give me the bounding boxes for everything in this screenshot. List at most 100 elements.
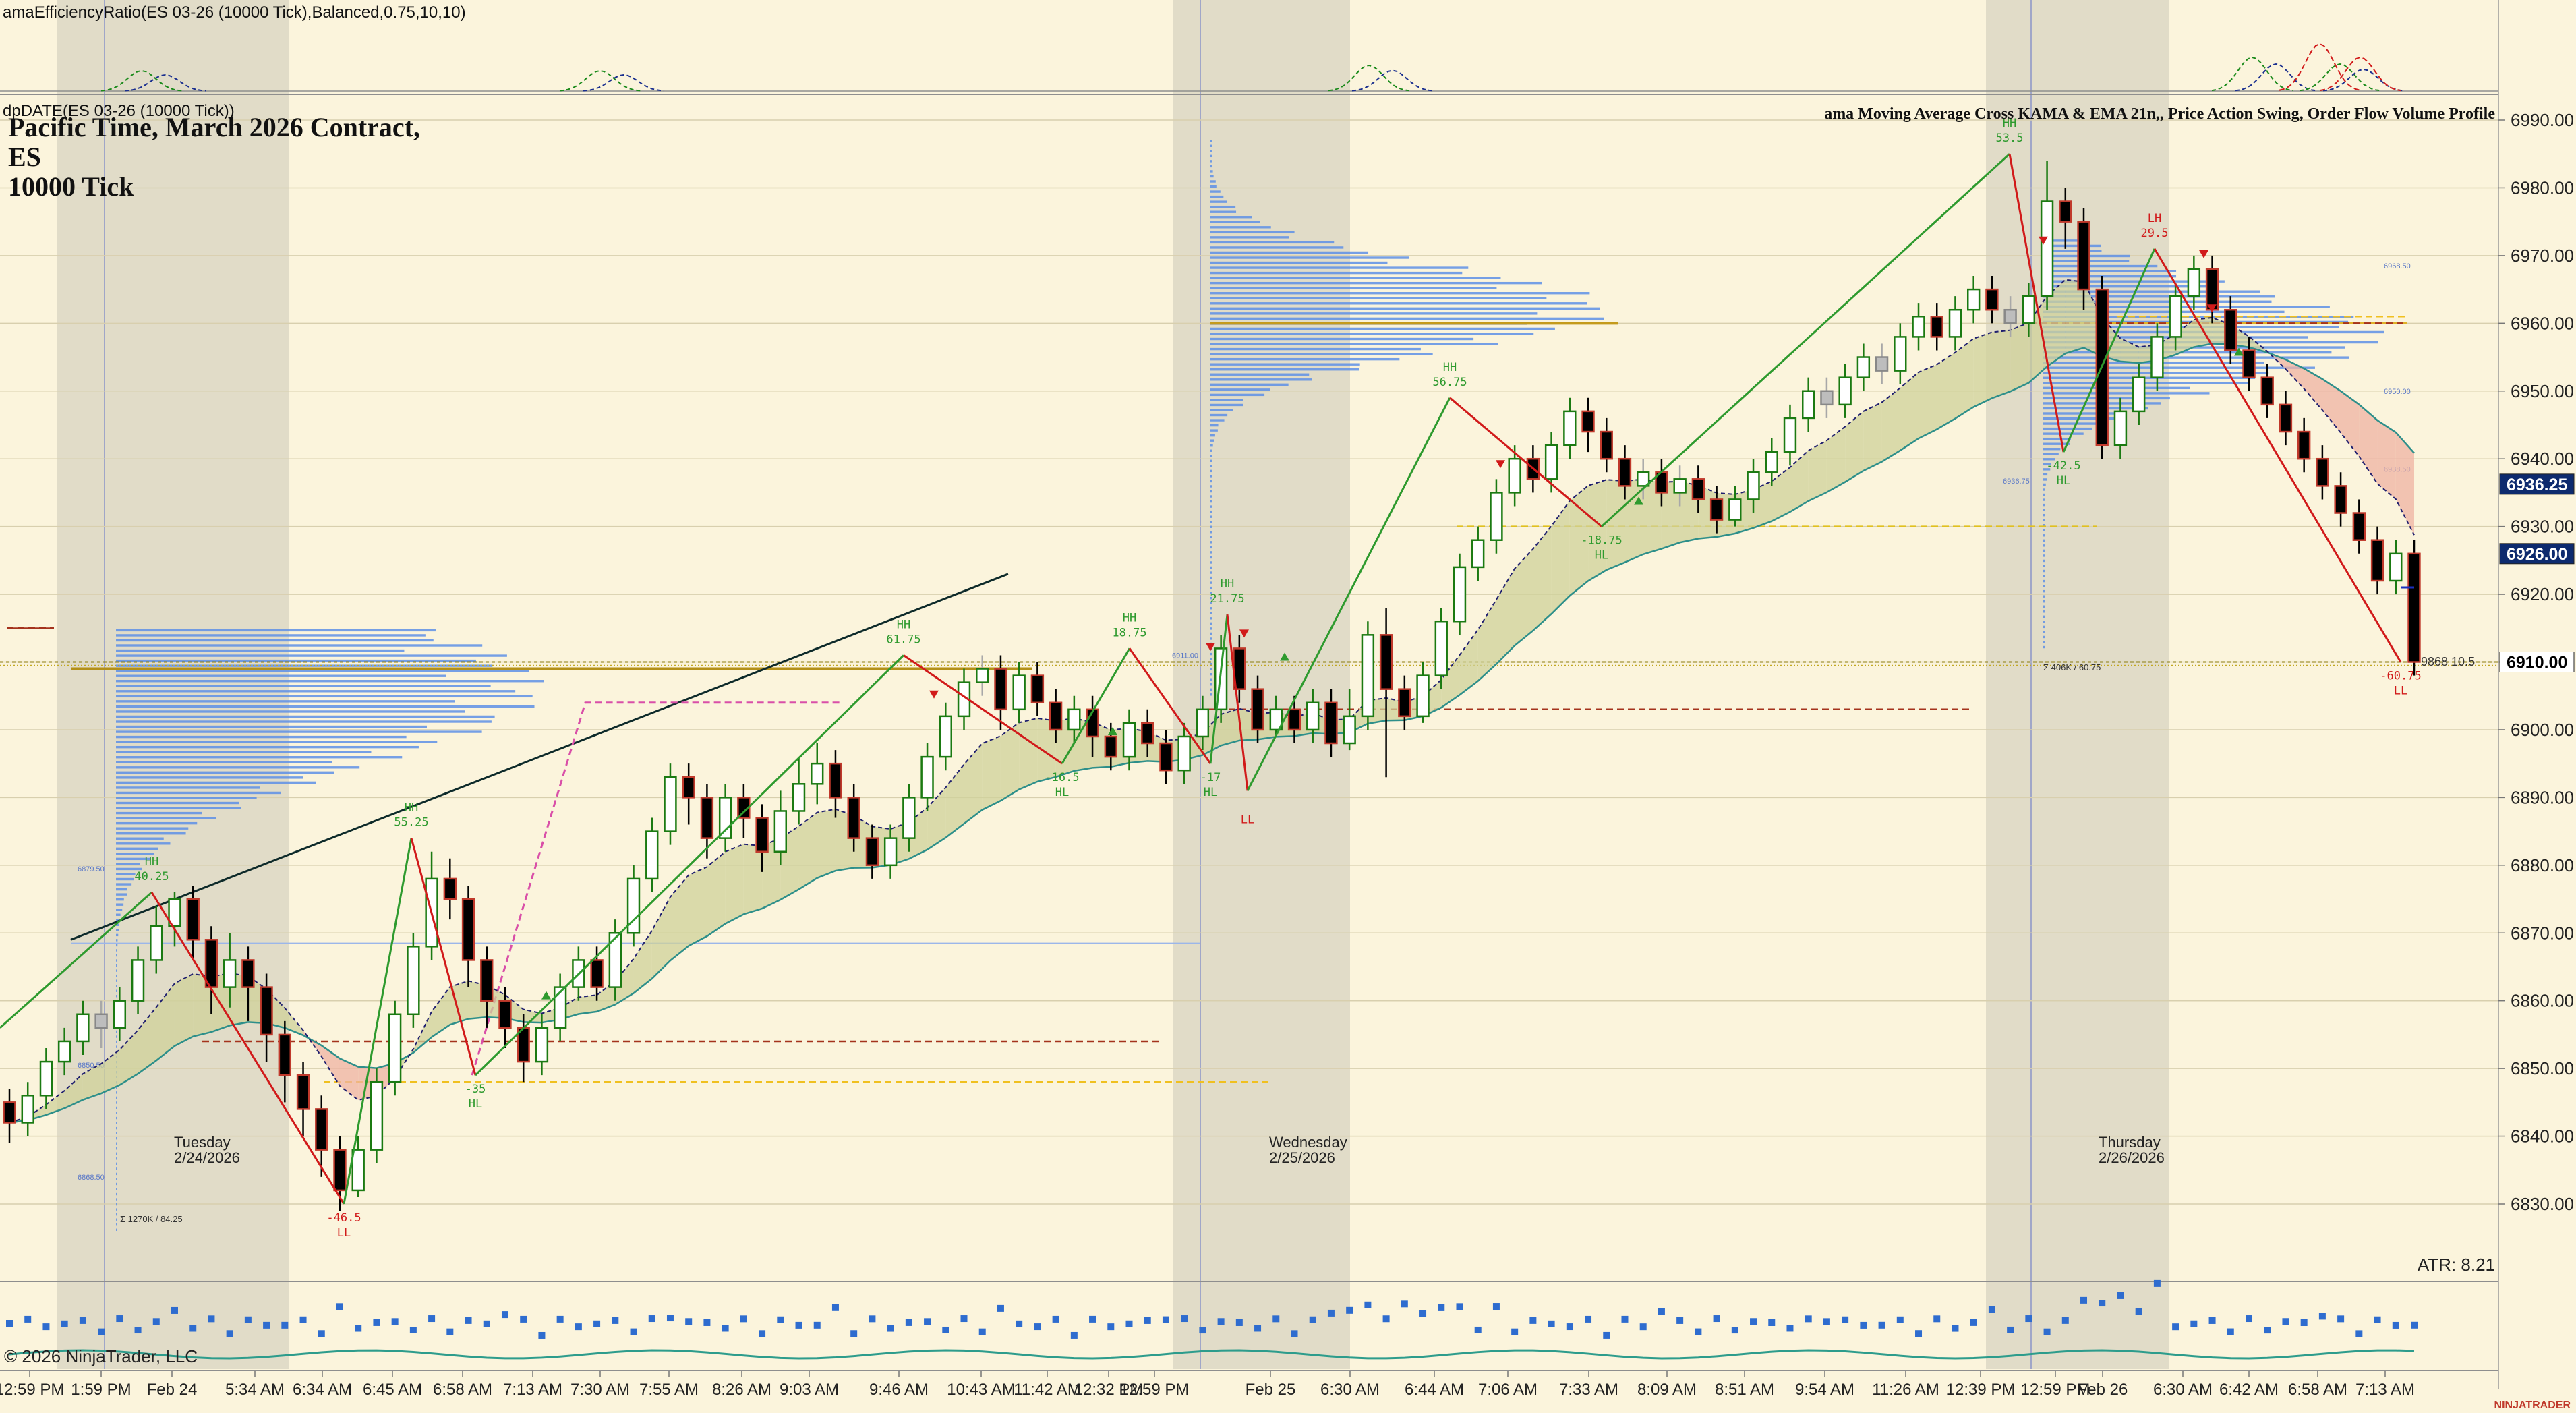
profile-bar	[1210, 449, 1212, 452]
last-trade-label: 9868 10.5	[2421, 655, 2475, 668]
volume-dot	[1731, 1327, 1738, 1334]
profile-bar	[116, 1106, 117, 1109]
candle-body	[883, 837, 898, 867]
price-badge-label: 6926.00	[2507, 545, 2567, 564]
volume-dot	[2135, 1308, 2142, 1315]
candle-body	[1416, 674, 1430, 718]
volume-dot	[1768, 1319, 1776, 1326]
volume-dot	[1016, 1320, 1023, 1327]
session-day-label: Thursday	[2099, 1134, 2161, 1151]
profile-bar	[2043, 625, 2045, 629]
volume-dot	[208, 1315, 215, 1323]
price-tick-label: 6940.00	[2511, 449, 2574, 469]
price-tick-label: 6900.00	[2511, 720, 2574, 740]
profile-bar	[1210, 403, 1243, 407]
swing-value: 56.75	[1432, 376, 1467, 389]
volume-dot	[1181, 1315, 1188, 1323]
profile-bar	[1210, 302, 1587, 305]
profile-bar	[1210, 439, 1214, 442]
price-tick-label: 6880.00	[2511, 855, 2574, 875]
profile-bar	[116, 1182, 117, 1186]
volume-dot	[116, 1315, 123, 1323]
candle-body	[1838, 376, 1852, 406]
profile-bar	[116, 1213, 117, 1216]
candle-body	[443, 877, 457, 900]
profile-bar	[2043, 264, 2158, 268]
candle-body	[2389, 552, 2403, 582]
candle-body	[1251, 688, 1264, 731]
swing-label: HH	[1443, 361, 1457, 374]
volume-dot	[1107, 1323, 1115, 1331]
price-tick-label: 6930.00	[2511, 517, 2574, 537]
volume-dot	[2025, 1315, 2032, 1323]
volume-dot	[2374, 1316, 2381, 1323]
profile-bar	[1210, 246, 1344, 249]
profile-bar	[116, 1208, 117, 1211]
profile-bar	[116, 913, 121, 916]
profile-bar	[116, 933, 119, 937]
profile-bar	[116, 766, 360, 769]
candle-body	[461, 898, 475, 961]
volume-dot	[831, 1304, 839, 1311]
profile-bar	[2043, 376, 2256, 379]
profile-label: 6868.50	[78, 1174, 105, 1182]
swing-value: 53.5	[1996, 132, 2024, 145]
profile-bar	[116, 700, 455, 703]
profile-bar	[116, 969, 117, 972]
volume-dot	[152, 1318, 160, 1325]
volume-dot	[997, 1304, 1004, 1312]
candle-body	[2334, 485, 2347, 514]
candle-body	[2077, 221, 2090, 291]
profile-bar	[116, 1112, 117, 1114]
profile-bar	[1210, 277, 1501, 279]
profile-bar	[1210, 205, 1236, 208]
profile-bar	[1210, 312, 1538, 315]
volume-dot	[1474, 1326, 1482, 1333]
candle-body	[2242, 349, 2256, 378]
profile-bar	[116, 832, 186, 835]
price-tick-label: 6920.00	[2511, 584, 2574, 604]
profile-bar	[1210, 541, 1212, 544]
price-axis[interactable]: 6990.00 6980.00 6970.00 6960.00 6950.00 6940.…	[2498, 0, 2576, 1413]
profile-bar	[116, 1218, 117, 1221]
profile-bar	[1210, 688, 1212, 691]
volume-dot	[593, 1320, 601, 1327]
profile-bar	[1210, 150, 1212, 152]
volume-dot	[1235, 1319, 1243, 1326]
candle-body	[1765, 451, 1778, 473]
profile-bar	[2043, 565, 2045, 567]
profile-bar	[116, 797, 257, 799]
profile-bar	[116, 771, 334, 774]
profile-bar	[1210, 210, 1237, 213]
profile-bar	[1210, 444, 1213, 447]
candle-body	[811, 762, 824, 785]
volume-dot	[6, 1320, 13, 1327]
price-badge-label: 6936.25	[2507, 475, 2567, 494]
session-date-label: 2/24/2026	[174, 1149, 240, 1166]
time-tick-label: 6:34 AM	[293, 1381, 352, 1399]
candle-body	[131, 959, 145, 1002]
profile-bar	[116, 741, 438, 743]
profile-label: 6936.75	[2003, 478, 2030, 486]
profile-bar	[2043, 615, 2045, 618]
volume-dot	[1603, 1331, 1610, 1339]
profile-bar	[116, 1091, 117, 1094]
profile-bar	[116, 837, 164, 840]
candle-body	[1600, 430, 1613, 460]
chart-header-line-2: ES	[8, 142, 41, 172]
profile-bar	[1210, 393, 1265, 397]
candle-body	[1030, 674, 1045, 704]
candle-body	[21, 1095, 34, 1124]
profile-bar	[116, 1192, 117, 1196]
volume-dot	[171, 1306, 178, 1314]
profile-bar	[1210, 612, 1212, 614]
price-tick-label: 6970.00	[2511, 246, 2574, 266]
profile-bar	[1210, 475, 1212, 478]
profile-bar	[116, 979, 117, 982]
swing-label: HH	[405, 801, 418, 815]
profile-label: 6968.50	[2384, 262, 2411, 270]
volume-dot	[2190, 1320, 2198, 1327]
swing-value: -42.5	[2046, 459, 2080, 473]
price-tick-label: 6980.00	[2511, 177, 2574, 198]
profile-bar	[2043, 529, 2045, 531]
